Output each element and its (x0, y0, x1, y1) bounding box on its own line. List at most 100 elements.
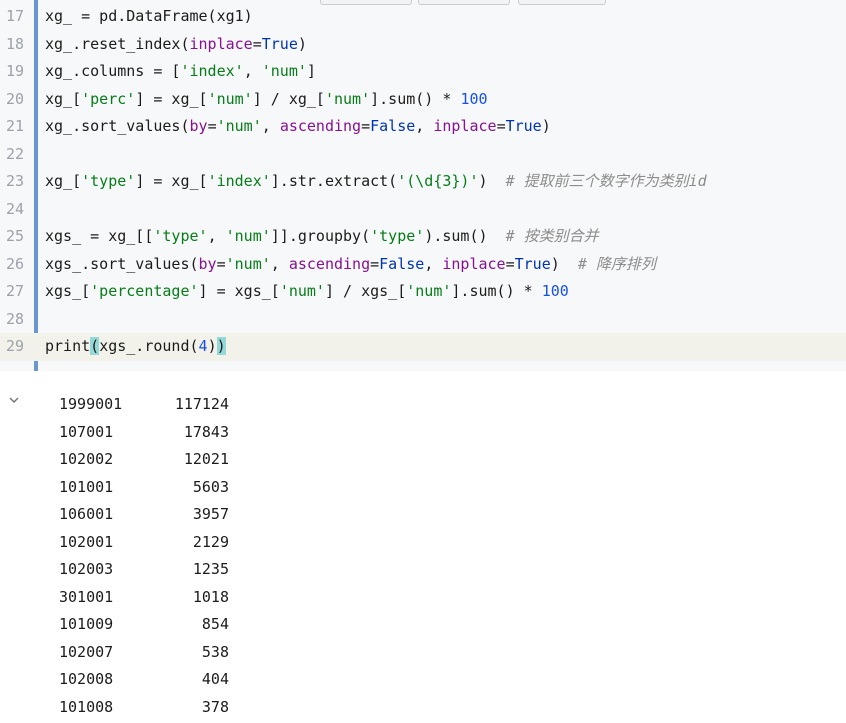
code-token: ].sum() * (370, 89, 461, 108)
code-line[interactable]: 19 xg_.columns = ['index', 'num'] (0, 58, 846, 86)
code-text: xgs_['percentage'] = xgs_['num'] / xgs_[… (45, 278, 569, 306)
code-token: = (370, 254, 380, 273)
output-num: 5603 (192, 477, 229, 496)
code-token: xg_.reset_index( (45, 34, 190, 53)
code-token: ascending (288, 254, 371, 273)
code-token: ]].groupby( (270, 227, 371, 245)
code-token: ascending (279, 117, 362, 135)
output-row: 102001 2129 (0, 529, 300, 557)
output-num: 3957 (192, 505, 229, 523)
code-line[interactable]: 24 (0, 196, 846, 224)
code-token: by (198, 254, 217, 273)
code-token: = (361, 117, 371, 135)
code-token: '(\d{3})' (397, 172, 479, 190)
code-line[interactable]: 17 xg_ = pd.DataFrame(xg1) (0, 3, 846, 31)
code-token: xgs_[ (45, 282, 91, 300)
line-number: 27 (5, 282, 24, 300)
output-type: 102002 (59, 450, 114, 468)
code-text: xg_ = pd.DataFrame(xg1) (45, 3, 253, 31)
output-num: 404 (201, 670, 229, 688)
code-token: = (216, 254, 226, 273)
code-token: = (252, 34, 262, 53)
code-token: ) (478, 172, 506, 190)
code-token: ) (297, 34, 307, 53)
output-type: 102008 (59, 670, 114, 688)
code-token: False (379, 254, 425, 273)
code-token: ) (207, 337, 217, 355)
output-num: 378 (201, 697, 229, 716)
code-token: 'index' (207, 172, 271, 190)
output-row: 107001 17843 (0, 419, 300, 447)
output-num: 12021 (183, 450, 229, 468)
code-text: xg_.columns = ['index', 'num'] (45, 58, 316, 86)
line-number: 26 (5, 254, 24, 273)
code-line[interactable]: 25 xgs_ = xg_[['type', 'num']].groupby('t… (0, 223, 846, 251)
code-token: ) (216, 337, 226, 355)
output-row: 1999001 117124 (0, 391, 300, 419)
code-token: 'num' (261, 62, 307, 80)
code-token: 'num' (225, 227, 271, 245)
code-token: xg_.columns = [ (45, 62, 181, 80)
code-token: 'num' (216, 117, 262, 135)
code-token: = (496, 117, 506, 135)
code-token: print (45, 337, 91, 355)
line-number: 29 (5, 337, 24, 355)
code-token: by (189, 117, 208, 135)
line-number: 19 (5, 62, 24, 80)
output-num: 854 (201, 615, 229, 633)
code-token: 4 (198, 337, 208, 355)
code-token: True (505, 117, 542, 135)
code-token: False (370, 117, 416, 135)
output-type: 102003 (59, 560, 114, 578)
code-token: ].str.extract( (270, 172, 398, 190)
output-row: 102008 404 (0, 666, 300, 694)
code-token: ] = xg_[ (135, 172, 208, 190)
code-token: , (261, 117, 280, 135)
output-num: 1235 (192, 560, 229, 578)
code-token: xgs_.round( (99, 337, 199, 355)
code-token: xgs_.sort_values( (45, 254, 199, 273)
code-token: ) (550, 254, 578, 273)
code-comment: # 按类别合并 (505, 227, 599, 245)
line-number: 18 (5, 34, 24, 53)
code-line[interactable]: 27 xgs_['percentage'] = xgs_['num'] / xgs… (0, 278, 846, 306)
line-number: 24 (5, 199, 24, 218)
output-row: 102007 538 (0, 639, 300, 667)
code-token: , (207, 227, 226, 245)
code-line[interactable]: 23 xg_['type'] = xg_['index'].str.extract… (0, 168, 846, 196)
code-line[interactable]: 22 (0, 141, 846, 169)
code-token: , (415, 117, 434, 135)
code-token: xg_[ (45, 89, 82, 108)
code-line[interactable]: 21 xg_.sort_values(by='num', ascending=Fa… (0, 113, 846, 141)
code-text: xg_['type'] = xg_['index'].str.extract('… (45, 168, 707, 196)
code-editor[interactable]: 17 xg_ = pd.DataFrame(xg1) 18 xg_.reset_ind… (0, 0, 846, 371)
code-line[interactable]: 26 xgs_.sort_values(by='num', ascending=F… (0, 251, 846, 279)
line-number: 22 (5, 144, 24, 163)
code-token: , (243, 62, 262, 80)
line-number: 17 (5, 7, 24, 25)
code-token: 'type' (370, 227, 425, 245)
output-row: 102002 12021 (0, 446, 300, 474)
code-text: xg_.sort_values(by='num', ascending=Fals… (45, 113, 551, 141)
code-token: ( (90, 337, 100, 355)
code-line[interactable]: 28 (0, 306, 846, 334)
code-token: True (514, 254, 551, 273)
output-type: 102007 (59, 642, 114, 661)
code-token: inplace (189, 34, 253, 53)
code-token: 'type' (153, 227, 208, 245)
code-token: 'num' (406, 282, 452, 300)
output-row: 101001 5603 (0, 474, 300, 502)
code-line[interactable]: 20 xg_['perc'] = xg_['num'] / xg_['num'].… (0, 86, 846, 114)
code-token: = (505, 254, 515, 273)
code-token: ].sum() * (451, 282, 542, 300)
code-text: print(xgs_.round(4)) (45, 333, 226, 361)
output-row: 301001 1018 (0, 584, 300, 612)
output-row: 106001 3957 (0, 501, 300, 529)
code-token: 'perc' (81, 89, 136, 108)
code-token: 'index' (180, 62, 244, 80)
code-token: = (207, 117, 217, 135)
code-line[interactable]: 29 print(xgs_.round(4)) (0, 333, 846, 361)
code-token: , (270, 254, 289, 273)
code-token: 'percentage' (90, 282, 199, 300)
code-line[interactable]: 18 xg_.reset_index(inplace=True) (0, 31, 846, 59)
